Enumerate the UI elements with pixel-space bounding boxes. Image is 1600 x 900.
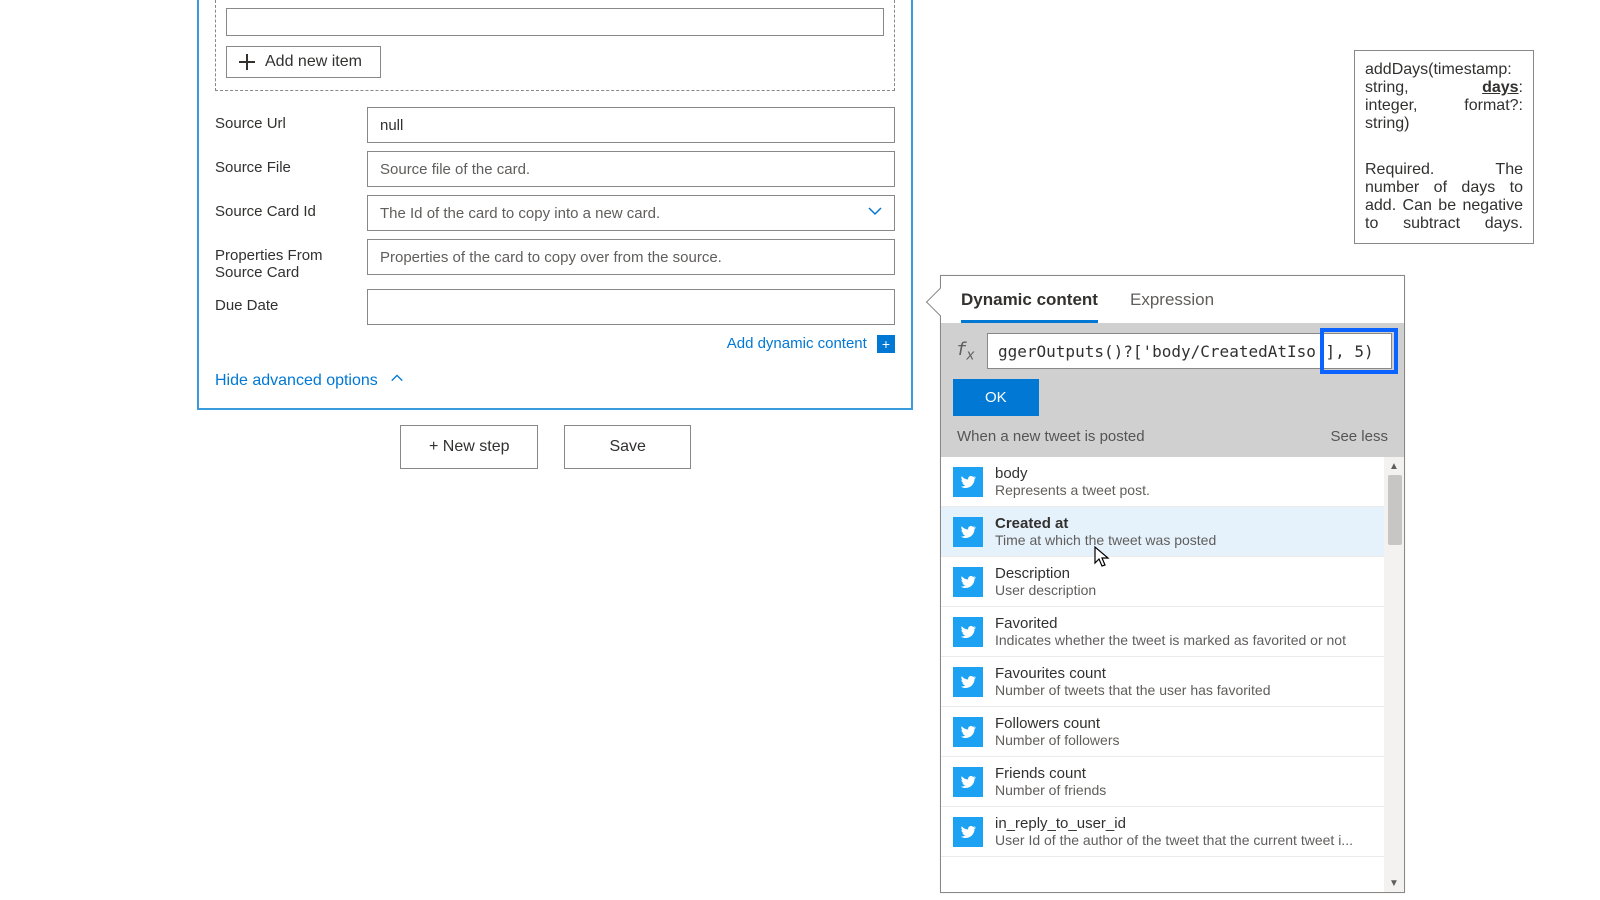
twitter-icon — [953, 567, 983, 597]
add-new-item-button[interactable]: Add new item — [226, 46, 381, 78]
properties-source-row: Properties From Source Card — [215, 235, 895, 285]
source-card-id-row: Source Card Id — [215, 191, 895, 235]
tab-expression[interactable]: Expression — [1130, 290, 1214, 323]
dc-item-desc: Represents a tweet post. — [995, 482, 1150, 498]
function-signature-tooltip: addDays(timestamp: string, days: integer… — [1354, 50, 1534, 244]
dc-item-desc: Number of tweets that the user has favor… — [995, 682, 1270, 698]
dc-item-desc: Indicates whether the tweet is marked as… — [995, 632, 1346, 648]
due-date-row: Due Date — [215, 285, 895, 329]
twitter-icon — [953, 717, 983, 747]
source-file-label: Source File — [215, 151, 367, 176]
dc-item-title: body — [995, 465, 1150, 482]
tab-dynamic-content[interactable]: Dynamic content — [961, 290, 1098, 323]
source-file-row: Source File — [215, 147, 895, 191]
chevron-up-icon — [390, 371, 404, 390]
tooltip-sig-line4: string) — [1365, 115, 1523, 133]
dc-item[interactable]: Created atTime at which the tweet was po… — [941, 507, 1384, 557]
dc-item-desc: User Id of the author of the tweet that … — [995, 832, 1353, 848]
twitter-icon — [953, 817, 983, 847]
dc-item-title: Favorited — [995, 615, 1346, 632]
tooltip-sig-line3: integer, format?: — [1365, 97, 1523, 115]
dc-scroll-content: bodyRepresents a tweet post.Created atTi… — [941, 457, 1384, 892]
ok-button[interactable]: OK — [953, 379, 1039, 416]
twitter-icon — [953, 467, 983, 497]
dc-item[interactable]: Friends countNumber of friends — [941, 757, 1384, 807]
dc-item-desc: Number of friends — [995, 782, 1106, 798]
tooltip-sig-line2c: : — [1519, 79, 1523, 96]
add-dynamic-content-link[interactable]: Add dynamic content — [727, 335, 895, 352]
add-dynamic-content-label: Add dynamic content — [727, 335, 867, 352]
twitter-icon — [953, 667, 983, 697]
scrollbar[interactable]: ▲ ▼ — [1384, 457, 1404, 892]
mouse-cursor-icon — [1092, 545, 1112, 569]
dc-item-title: Description — [995, 565, 1096, 582]
hide-advanced-label: Hide advanced options — [215, 372, 378, 390]
dc-item[interactable]: in_reply_to_user_idUser Id of the author… — [941, 807, 1384, 857]
expression-input[interactable] — [987, 333, 1392, 369]
dc-item[interactable]: FavoritedIndicates whether the tweet is … — [941, 607, 1384, 657]
due-date-input[interactable] — [367, 289, 895, 325]
source-url-row: Source Url — [215, 103, 895, 147]
dc-item-desc: User description — [995, 582, 1096, 598]
dc-tabs: Dynamic content Expression — [941, 276, 1404, 323]
properties-source-label: Properties From Source Card — [215, 239, 367, 281]
dc-list: bodyRepresents a tweet post.Created atTi… — [941, 457, 1404, 892]
dc-item[interactable]: DescriptionUser description — [941, 557, 1384, 607]
dc-item-title: in_reply_to_user_id — [995, 815, 1353, 832]
scroll-up-icon[interactable]: ▲ — [1384, 457, 1404, 475]
flow-footer-actions: + New step Save — [400, 425, 691, 469]
dc-item-title: Favourites count — [995, 665, 1270, 682]
twitter-icon — [953, 517, 983, 547]
twitter-icon — [953, 767, 983, 797]
fx-icon: fx — [953, 339, 977, 364]
add-dynamic-content-row: Add dynamic content — [215, 329, 895, 357]
hide-advanced-toggle[interactable]: Hide advanced options — [215, 357, 895, 390]
dc-item-title: Friends count — [995, 765, 1106, 782]
add-dynamic-icon — [877, 335, 895, 353]
repeating-item-container: Add new item — [215, 0, 895, 91]
new-step-button[interactable]: + New step — [400, 425, 538, 469]
add-new-item-label: Add new item — [265, 53, 362, 71]
due-date-label: Due Date — [215, 289, 367, 314]
dc-item[interactable]: bodyRepresents a tweet post. — [941, 457, 1384, 507]
plus-icon — [239, 54, 255, 70]
source-url-label: Source Url — [215, 107, 367, 132]
expression-editor-row: fx — [941, 323, 1404, 379]
tooltip-desc: Required. The number of days to add. Can… — [1365, 161, 1523, 233]
ok-row: OK — [941, 379, 1404, 428]
dc-item[interactable]: Favourites countNumber of tweets that th… — [941, 657, 1384, 707]
source-url-input[interactable] — [367, 107, 895, 143]
dc-item-title: Created at — [995, 515, 1216, 532]
see-less-link[interactable]: See less — [1330, 428, 1388, 445]
source-card-id-select[interactable] — [367, 195, 895, 231]
dc-section-header: When a new tweet is posted See less — [941, 428, 1404, 457]
dc-item[interactable]: Followers countNumber of followers — [941, 707, 1384, 757]
tooltip-sig-line2a: string, — [1365, 79, 1409, 96]
dc-item-title: Followers count — [995, 715, 1120, 732]
item-input[interactable] — [226, 8, 884, 36]
save-button[interactable]: Save — [564, 425, 690, 469]
action-card-panel: Add new item Source Url Source File Sour… — [197, 0, 913, 410]
tooltip-sig-line1: addDays(timestamp: — [1365, 61, 1523, 79]
dc-item-desc: Number of followers — [995, 732, 1120, 748]
dynamic-content-panel: Dynamic content Expression fx OK When a … — [940, 275, 1405, 893]
source-file-input[interactable] — [367, 151, 895, 187]
scroll-down-icon[interactable]: ▼ — [1384, 874, 1404, 892]
source-card-id-label: Source Card Id — [215, 195, 367, 220]
properties-source-input[interactable] — [367, 239, 895, 275]
tooltip-sig-line2b: days — [1482, 79, 1518, 96]
dc-section-title: When a new tweet is posted — [957, 428, 1145, 445]
scroll-thumb[interactable] — [1388, 475, 1402, 545]
twitter-icon — [953, 617, 983, 647]
